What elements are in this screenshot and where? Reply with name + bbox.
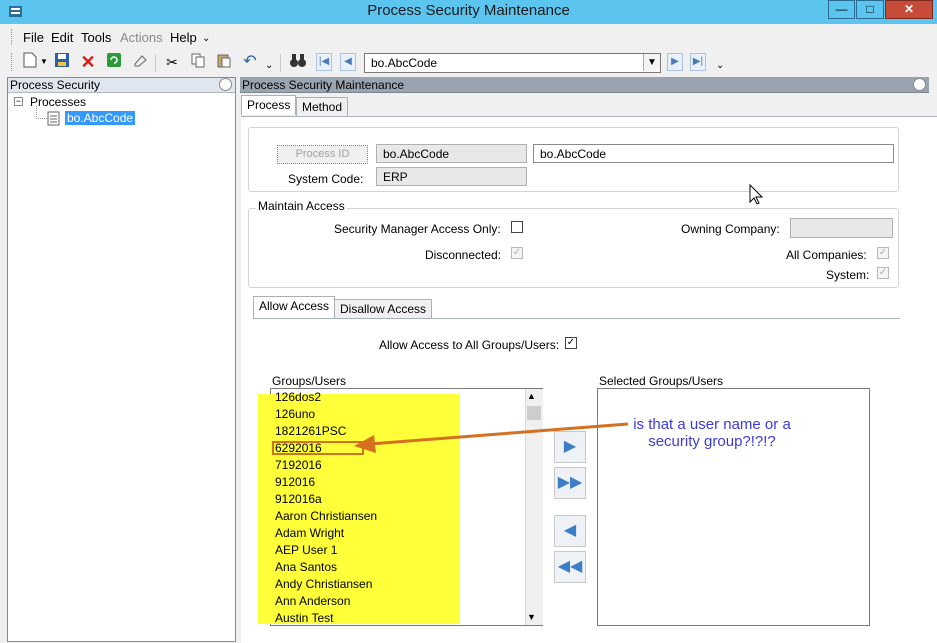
process-id-button[interactable]: Process ID (277, 145, 368, 164)
tab-process[interactable]: Process (241, 95, 297, 115)
list-item[interactable]: Ann Anderson (275, 593, 350, 610)
menu-overflow-icon[interactable]: ⌄ (202, 33, 210, 44)
system-code-label: System Code: (288, 172, 364, 186)
toolbar-separator (155, 54, 156, 72)
security-manager-checkbox[interactable] (511, 221, 523, 233)
right-panel-title: Process Security Maintenance (242, 78, 405, 92)
list-item[interactable]: Aaron Christiansen (275, 508, 377, 525)
annotation-arrow (354, 422, 629, 453)
access-tab-divider (253, 318, 900, 319)
close-button[interactable]: ✕ (885, 0, 933, 19)
annotation-line-2: security group?!?!? (648, 433, 776, 450)
tab-disallow-access[interactable]: Disallow Access (334, 299, 433, 318)
delete-icon[interactable]: ✕ (78, 52, 98, 72)
next-record-button[interactable]: ▶ (667, 53, 683, 71)
annotation-text: is that a user name or a security group?… (612, 416, 812, 450)
pin-icon[interactable] (219, 78, 232, 91)
toolbar-grip (11, 53, 15, 71)
window-title: Process Security Maintenance (367, 2, 570, 19)
collapse-icon[interactable]: − (14, 97, 23, 106)
owning-company-label: Owning Company: (681, 222, 780, 236)
annotation-line-1: is that a user name or a (633, 416, 791, 433)
move-all-left-button[interactable]: ◀◀ (554, 551, 586, 583)
process-id-field[interactable]: bo.AbcCode (376, 144, 527, 163)
scroll-down-icon[interactable]: ▼ (527, 612, 536, 622)
paste-icon[interactable] (214, 52, 234, 72)
system-checkbox[interactable]: ✓ (877, 267, 889, 279)
toolbar-overflow-icon[interactable]: ⌄ (716, 60, 724, 71)
scroll-up-icon[interactable]: ▲ (527, 391, 536, 401)
chevron-down-icon[interactable]: ▼ (643, 54, 660, 71)
undo-dropdown-icon[interactable]: ⌄ (265, 60, 273, 71)
tab-method[interactable]: Method (296, 97, 349, 117)
owning-company-field[interactable] (790, 218, 893, 238)
move-all-right-button[interactable]: ▶▶ (554, 467, 586, 499)
disconnected-checkbox[interactable]: ✓ (511, 247, 523, 259)
maintain-access-title: Maintain Access (256, 199, 347, 213)
copy-icon[interactable] (188, 52, 208, 72)
clear-icon[interactable] (130, 52, 150, 72)
move-left-button[interactable]: ◀ (554, 515, 586, 547)
list-item[interactable]: Andy Christiansen (275, 576, 372, 593)
refresh-icon[interactable] (104, 52, 124, 72)
new-dropdown-icon[interactable]: ▼ (40, 57, 48, 66)
undo-icon[interactable]: ↶ (240, 52, 260, 72)
disconnected-label: Disconnected: (425, 248, 502, 262)
list-item[interactable]: 912016 (275, 474, 315, 491)
list-item[interactable]: 7192016 (275, 457, 322, 474)
menu-tools[interactable]: Tools (81, 30, 111, 45)
system-label: System: (826, 268, 870, 282)
menu-file[interactable]: File (23, 30, 44, 45)
minimize-button[interactable]: — (828, 0, 855, 19)
process-node-icon (47, 111, 61, 126)
menu-grip (11, 29, 15, 45)
allow-all-checkbox[interactable]: ✓ (565, 337, 577, 349)
menu-actions[interactable]: Actions (120, 30, 163, 45)
tree-node-bo-abccode[interactable]: bo.AbcCode (65, 111, 136, 125)
groups-users-label: Groups/Users (272, 374, 347, 388)
process-description-field[interactable]: bo.AbcCode (533, 144, 894, 163)
list-item[interactable]: 912016a (275, 491, 322, 508)
maximize-button[interactable]: □ (856, 0, 884, 19)
list-item[interactable]: Adam Wright (275, 525, 344, 542)
record-selector[interactable]: bo.AbcCode (364, 53, 661, 73)
all-companies-checkbox[interactable]: ✓ (877, 247, 889, 259)
process-tree-panel (7, 77, 236, 642)
list-item[interactable]: 1821261PSC (275, 423, 346, 440)
menu-help[interactable]: Help (170, 30, 197, 45)
mouse-cursor-icon (749, 184, 764, 205)
list-item[interactable]: 126uno (275, 406, 315, 423)
left-panel-title: Process Security (10, 78, 101, 92)
first-record-button[interactable]: |◀ (316, 53, 332, 71)
toolbar-separator (280, 54, 281, 72)
all-companies-label: All Companies: (786, 248, 867, 262)
selected-groups-label: Selected Groups/Users (599, 374, 724, 388)
new-icon[interactable] (20, 52, 40, 72)
security-manager-label: Security Manager Access Only: (334, 222, 501, 236)
binoculars-icon[interactable] (288, 52, 308, 72)
system-code-field[interactable]: ERP (376, 167, 527, 186)
list-item[interactable]: Ana Santos (275, 559, 337, 576)
previous-record-button[interactable]: ◀ (340, 53, 356, 71)
pin-icon[interactable] (913, 78, 926, 91)
tree-connector (36, 106, 47, 119)
save-icon[interactable] (52, 52, 72, 72)
last-record-button[interactable]: ▶| (690, 53, 706, 71)
list-item[interactable]: AEP User 1 (275, 542, 337, 559)
cut-icon[interactable]: ✂ (162, 52, 182, 72)
list-item[interactable]: 126dos2 (275, 389, 321, 406)
menu-edit[interactable]: Edit (51, 30, 73, 45)
allow-all-label: Allow Access to All Groups/Users: (379, 338, 560, 352)
tab-allow-access[interactable]: Allow Access (253, 296, 336, 318)
list-item[interactable]: Austin Test (275, 610, 333, 627)
